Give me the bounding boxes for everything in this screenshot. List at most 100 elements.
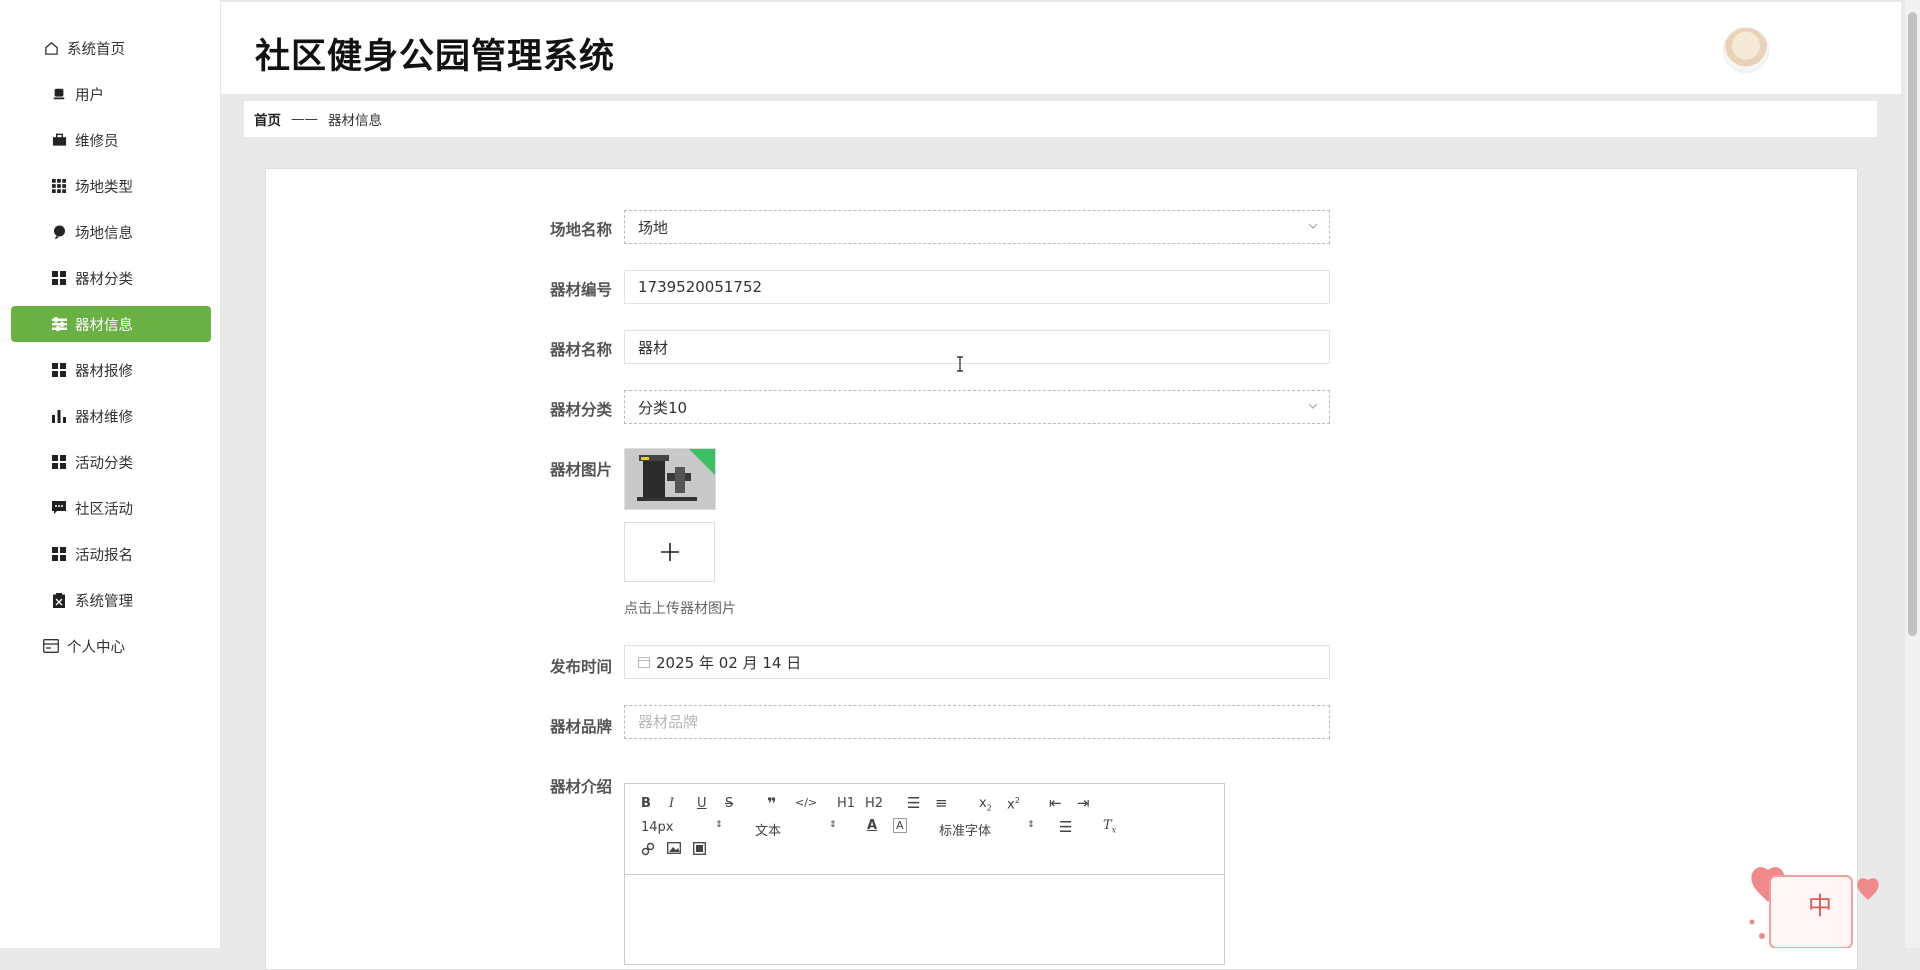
equipment-no-field[interactable]	[624, 270, 1330, 304]
rich-text-editor: B I U S ❞ </> H1 H2 ☰ ≡ x2 x2 ⇤ ⇥ 14px ⇕…	[624, 783, 1225, 965]
image-icon[interactable]	[667, 842, 681, 858]
editor-content-area[interactable]	[625, 875, 1224, 964]
sidebar-item-label: 维修员	[75, 133, 119, 150]
equipment-name-input[interactable]	[638, 338, 1260, 356]
block-type-select[interactable]: 文本 ⇕	[755, 820, 839, 839]
sidebar-item-label: 场地信息	[75, 225, 133, 242]
italic-icon[interactable]: I	[669, 796, 674, 811]
blockquote-icon[interactable]: ❞	[767, 794, 776, 813]
header-2-label: H2	[865, 796, 884, 811]
briefcase-icon	[51, 132, 67, 148]
strikethrough-icon[interactable]: S	[725, 796, 733, 811]
avatar[interactable]	[1723, 27, 1769, 73]
heart-mascot-icon: 中	[1749, 867, 1879, 949]
font-family-select[interactable]: 标准字体 ⇕	[939, 820, 1039, 839]
calendar-icon	[638, 657, 650, 668]
bold-icon[interactable]: B	[641, 796, 651, 811]
font-size-select[interactable]: 14px ⇕	[641, 820, 725, 835]
sidebar-item-venue-info[interactable]: 场地信息	[11, 214, 211, 250]
ordered-list-icon[interactable]: ☰	[907, 794, 920, 812]
app-title: 社区健身公园管理系统	[255, 37, 616, 77]
equipment-image-label: 器材图片	[550, 461, 613, 479]
breadcrumb-home[interactable]: 首页	[254, 109, 281, 129]
align-icon[interactable]: ☰	[1059, 818, 1072, 836]
font-family-value: 标准字体	[939, 824, 992, 839]
equipment-brand-label: 器材品牌	[550, 718, 613, 736]
equipment-no-input[interactable]	[638, 278, 1260, 296]
upload-image-button[interactable]	[624, 522, 715, 582]
sidebar-item-label: 个人中心	[67, 639, 125, 656]
sidebar-item-label: 系统首页	[67, 41, 125, 58]
chevron-down-icon	[1308, 403, 1318, 409]
location-icon	[51, 224, 67, 240]
apps-icon	[51, 362, 67, 378]
equipment-photo	[625, 449, 715, 509]
sidebar-item-activity-signup[interactable]: 活动报名	[11, 536, 211, 572]
sidebar-item-system-management[interactable]: 系统管理	[11, 582, 211, 618]
outdent-icon[interactable]: ⇤	[1049, 794, 1062, 812]
grid-icon	[51, 178, 67, 194]
background-color-icon[interactable]: A	[893, 818, 907, 833]
equipment-intro-label: 器材介绍	[550, 778, 613, 796]
text-color-icon[interactable]: A	[867, 818, 877, 833]
apps-icon	[51, 270, 67, 286]
bullet-list-icon[interactable]: ≡	[935, 794, 948, 812]
header: 社区健身公园管理系统	[221, 0, 1901, 94]
chat-icon	[51, 500, 67, 516]
home-icon	[43, 40, 59, 56]
equipment-category-select[interactable]: 分类10	[624, 390, 1330, 424]
header-2-icon[interactable]: H2	[865, 796, 883, 811]
video-icon[interactable]	[693, 842, 706, 859]
sidebar-item-label: 器材报修	[75, 363, 133, 380]
apps-icon	[51, 546, 67, 562]
sidebar-item-label: 活动分类	[75, 455, 133, 472]
id-card-icon	[43, 638, 59, 654]
sidebar-item-profile[interactable]: 个人中心	[11, 628, 211, 664]
upload-hint: 点击上传器材图片	[624, 601, 736, 617]
equipment-category-label: 器材分类	[550, 401, 613, 419]
sidebar-item-equipment-info[interactable]: 器材信息	[11, 306, 211, 342]
breadcrumb-separator: ——	[291, 111, 318, 127]
publish-time-value: 2025 年 02 月 14 日	[656, 653, 802, 672]
sidebar-item-activity-categories[interactable]: 活动分类	[11, 444, 211, 480]
bar-chart-icon	[51, 408, 67, 424]
sidebar-item-equipment-categories[interactable]: 器材分类	[11, 260, 211, 296]
select-arrows-icon: ⇕	[829, 820, 837, 830]
indent-icon[interactable]: ⇥	[1077, 794, 1090, 812]
subscript-icon[interactable]: x2	[979, 796, 992, 813]
sidebar-item-label: 器材维修	[75, 409, 133, 426]
sidebar-item-equipment-repair-reports[interactable]: 器材报修	[11, 352, 211, 388]
venue-name-select[interactable]: 场地	[624, 210, 1330, 244]
publish-time-label: 发布时间	[550, 658, 613, 676]
code-block-icon[interactable]: </>	[795, 796, 817, 809]
sidebar-item-label: 器材分类	[75, 271, 133, 288]
sidebar-item-home[interactable]: 系统首页	[11, 30, 211, 66]
font-size-value: 14px	[641, 820, 674, 835]
select-arrows-icon: ⇕	[1027, 820, 1035, 830]
publish-time-field[interactable]: 2025 年 02 月 14 日	[624, 645, 1330, 679]
breadcrumb: 首页 —— 器材信息	[244, 101, 1877, 137]
sidebar-item-users[interactable]: 用户	[11, 76, 211, 112]
header-1-icon[interactable]: H1	[837, 796, 855, 811]
sidebar-item-equipment-maintenance[interactable]: 器材维修	[11, 398, 211, 434]
sidebar-item-label: 社区活动	[75, 501, 133, 518]
equipment-brand-input[interactable]	[638, 713, 1260, 731]
header-1-label: H1	[837, 796, 856, 811]
block-type-value: 文本	[755, 824, 782, 839]
equipment-brand-field[interactable]	[624, 705, 1330, 739]
underline-icon[interactable]: U	[697, 796, 707, 811]
equipment-no-label: 器材编号	[550, 281, 613, 299]
decorative-glyph: 中	[1808, 892, 1832, 920]
equipment-name-label: 器材名称	[550, 341, 613, 359]
sidebar-item-repairmen[interactable]: 维修员	[11, 122, 211, 158]
sidebar-item-community-activities[interactable]: 社区活动	[11, 490, 211, 526]
page-scrollbar[interactable]	[1905, 0, 1920, 948]
equipment-name-field[interactable]	[624, 330, 1330, 364]
sidebar-item-venue-types[interactable]: 场地类型	[11, 168, 211, 204]
equipment-image-thumbnail[interactable]	[624, 448, 716, 510]
scrollbar-thumb[interactable]	[1908, 12, 1917, 636]
superscript-icon[interactable]: x2	[1007, 796, 1020, 812]
link-icon[interactable]	[641, 842, 655, 860]
chevron-down-icon	[1308, 223, 1318, 229]
clear-format-icon[interactable]: Tx	[1103, 818, 1116, 835]
